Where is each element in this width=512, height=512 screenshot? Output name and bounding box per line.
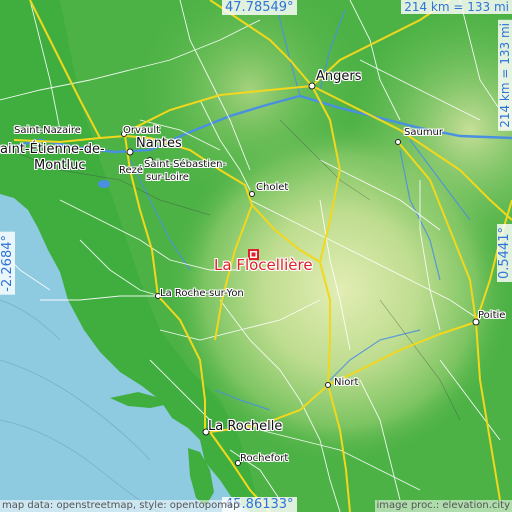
scale-vertical: 214 km = 133 mi <box>498 20 512 131</box>
coord-east: 0.5441° <box>497 224 512 282</box>
marker-angers <box>308 82 316 90</box>
label-la-roche-sur-yon: La Roche-sur-Yon <box>160 288 244 299</box>
label-rochefort: Rochefort <box>240 453 289 464</box>
coord-north: 47.78549° <box>222 0 297 15</box>
credit-map-data[interactable]: map data: openstreetmap, style: opentopo… <box>0 500 242 512</box>
grand-lieu-lake <box>98 180 110 188</box>
label-nantes: Nantes <box>136 136 182 151</box>
label-saint-sebastien-line1: Saint-Sébastien- <box>144 159 227 170</box>
label-saint-nazaire: Saint-Nazaire <box>14 125 81 136</box>
coord-west: -2.2684° <box>0 232 15 295</box>
credit-image-proc[interactable]: image proc.: elevation.city <box>374 500 512 512</box>
label-orvault: Orvault <box>123 125 161 136</box>
label-la-rochelle: La Rochelle <box>208 419 283 434</box>
scale-horizontal: 214 km = 133 mi <box>401 0 512 14</box>
label-saint-etienne-line2: Montluc <box>34 158 86 173</box>
marker-cholet <box>249 191 255 197</box>
label-reze: Rezé <box>119 165 144 176</box>
label-poitiers: Poitie <box>478 310 506 321</box>
map-view[interactable]: Angers Saint-Nazaire aint-Étienne-de- Mo… <box>0 0 512 512</box>
label-cholet: Cholet <box>256 182 289 193</box>
label-angers: Angers <box>316 69 362 84</box>
marker-nantes <box>126 148 134 156</box>
marker-niort <box>325 382 331 388</box>
label-focus-place: La Flocellière <box>214 256 313 274</box>
marker-saumur <box>395 139 401 145</box>
label-saumur: Saumur <box>404 127 444 138</box>
label-saint-sebastien-line2: sur-Loire <box>146 172 189 183</box>
label-niort: Niort <box>334 377 359 388</box>
label-saint-etienne-line1: aint-Étienne-de- <box>0 142 105 157</box>
